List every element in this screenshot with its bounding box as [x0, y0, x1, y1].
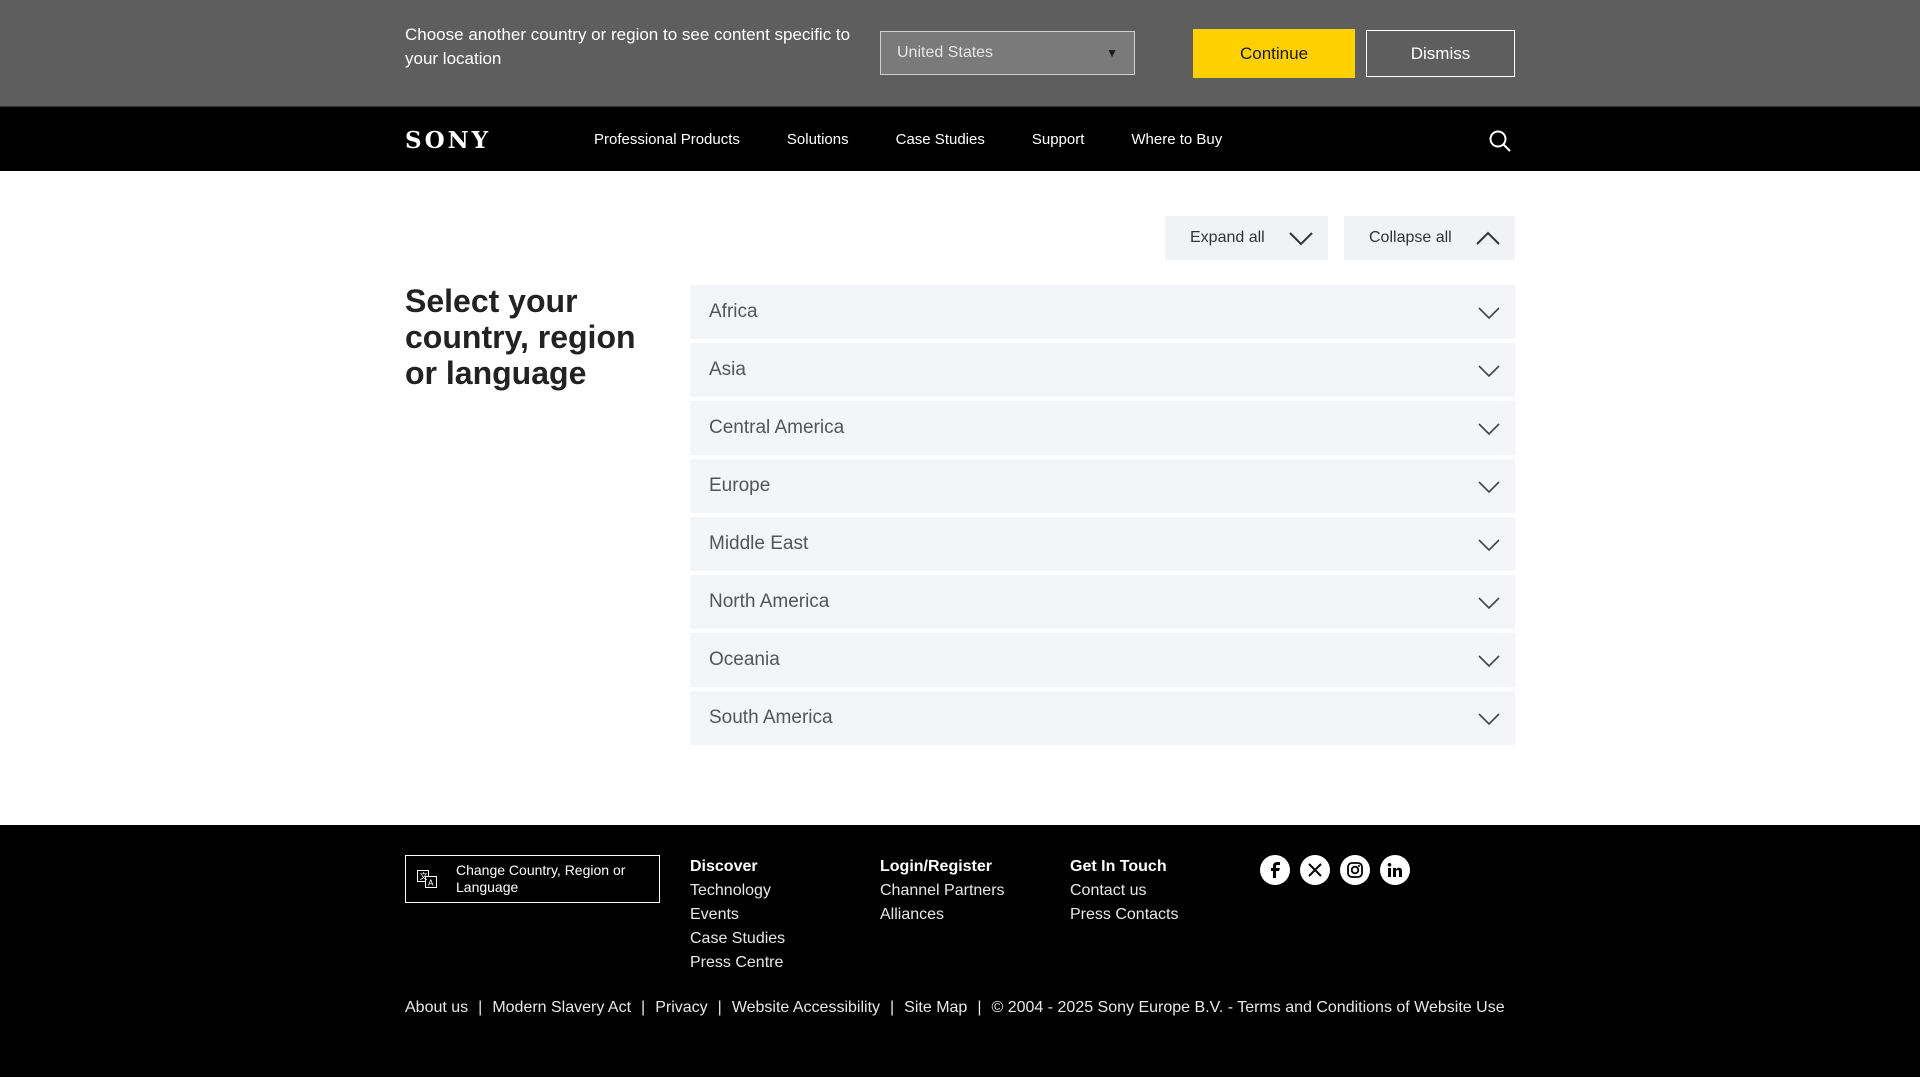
legal-links: About us | Modern Slavery Act | Privacy | Webs…	[405, 999, 1505, 1016]
legal-link-about-us[interactable]: About us	[405, 999, 468, 1016]
footer-heading-get-in-touch: Get In Touch	[1070, 858, 1167, 875]
dismiss-button[interactable]: Dismiss	[1366, 30, 1515, 77]
accordion-item-central-america[interactable]: Central America	[690, 401, 1515, 455]
footer-heading-discover: Discover	[690, 858, 758, 875]
country-select[interactable]: United States ▼	[880, 31, 1135, 75]
chevron-down-icon: ▼	[1106, 46, 1118, 60]
chevron-down-icon	[1478, 307, 1500, 320]
accordion-label: Europe	[709, 475, 771, 496]
page-title: Select your country, region or language	[405, 283, 636, 391]
social-links	[1260, 855, 1420, 885]
chevron-up-icon	[1476, 231, 1500, 245]
accordion-item-africa[interactable]: Africa	[690, 285, 1515, 339]
expand-all-label: Expand all	[1190, 229, 1265, 246]
nav-items: Professional Products Solutions Case Stu…	[594, 107, 1269, 172]
banner-message: Choose another country or region to see …	[405, 25, 851, 68]
legal-link-modern-slavery-act[interactable]: Modern Slavery Act	[492, 999, 631, 1016]
collapse-all-button[interactable]: Collapse all	[1344, 216, 1515, 260]
accordion-item-middle-east[interactable]: Middle East	[690, 517, 1515, 571]
change-country-label: Change Country, Region or Language	[456, 862, 626, 895]
chevron-down-icon	[1289, 232, 1313, 246]
sony-logo[interactable]: SONY	[405, 127, 491, 154]
country-banner: Choose another country or region to see …	[0, 0, 1920, 106]
change-country-button[interactable]: 文 A Change Country, Region or Language	[405, 855, 660, 903]
footer-link-alliances[interactable]: Alliances	[880, 903, 1005, 927]
footer-link-channel-partners[interactable]: Channel Partners	[880, 879, 1005, 903]
accordion-label: Oceania	[709, 649, 780, 670]
chevron-down-icon	[1478, 365, 1500, 378]
footer-link-press-contacts[interactable]: Press Contacts	[1070, 903, 1178, 927]
footer: 文 A Change Country, Region or Language D…	[0, 825, 1920, 1077]
expand-all-button[interactable]: Expand all	[1165, 216, 1328, 260]
region-accordion: Africa Asia Central America Europe Middl…	[690, 285, 1515, 749]
nav-item-solutions[interactable]: Solutions	[787, 131, 849, 148]
footer-column-login: Login/Register Channel Partners Alliance…	[880, 855, 1005, 927]
accordion-label: Africa	[709, 301, 758, 322]
chevron-down-icon	[1478, 713, 1500, 726]
country-select-value: United States	[897, 44, 994, 61]
svg-text:A: A	[428, 879, 434, 888]
nav-item-support[interactable]: Support	[1032, 131, 1085, 148]
nav-item-case-studies[interactable]: Case Studies	[896, 131, 985, 148]
accordion-item-north-america[interactable]: North America	[690, 575, 1515, 629]
language-icon: 文 A	[417, 870, 437, 888]
accordion-label: North America	[709, 591, 830, 612]
legal-link-site-map[interactable]: Site Map	[904, 999, 967, 1016]
nav-item-professional-products[interactable]: Professional Products	[594, 131, 740, 148]
instagram-icon[interactable]	[1340, 855, 1370, 885]
search-icon[interactable]	[1488, 129, 1512, 153]
footer-column-discover: Discover Technology Events Case Studies …	[690, 855, 785, 975]
legal-link-website-accessibility[interactable]: Website Accessibility	[732, 999, 880, 1016]
chevron-down-icon	[1478, 597, 1500, 610]
accordion-label: Asia	[709, 359, 746, 380]
copyright-terms-link[interactable]: © 2004 - 2025 Sony Europe B.V. - Terms a…	[991, 999, 1504, 1016]
legal-link-privacy[interactable]: Privacy	[655, 999, 707, 1016]
collapse-all-label: Collapse all	[1369, 229, 1452, 246]
main-nav: SONY Professional Products Solutions Cas…	[0, 106, 1920, 171]
continue-button[interactable]: Continue	[1193, 29, 1355, 78]
footer-link-press-centre[interactable]: Press Centre	[690, 951, 785, 975]
chevron-down-icon	[1478, 539, 1500, 552]
facebook-icon[interactable]	[1260, 855, 1290, 885]
footer-link-events[interactable]: Events	[690, 903, 785, 927]
accordion-label: Middle East	[709, 533, 809, 554]
chevron-down-icon	[1478, 481, 1500, 494]
svg-text:文: 文	[420, 871, 428, 881]
accordion-item-europe[interactable]: Europe	[690, 459, 1515, 513]
chevron-down-icon	[1478, 655, 1500, 668]
footer-link-technology[interactable]: Technology	[690, 879, 785, 903]
nav-item-where-to-buy[interactable]: Where to Buy	[1131, 131, 1222, 148]
x-icon[interactable]	[1300, 855, 1330, 885]
accordion-label: South America	[709, 707, 833, 728]
accordion-item-south-america[interactable]: South America	[690, 691, 1515, 745]
linkedin-icon[interactable]	[1380, 855, 1410, 885]
footer-link-contact-us[interactable]: Contact us	[1070, 879, 1178, 903]
footer-column-get-in-touch: Get In Touch Contact us Press Contacts	[1070, 855, 1178, 927]
accordion-label: Central America	[709, 417, 845, 438]
footer-heading-login-register[interactable]: Login/Register	[880, 855, 1005, 879]
footer-link-case-studies[interactable]: Case Studies	[690, 927, 785, 951]
chevron-down-icon	[1478, 423, 1500, 436]
accordion-item-oceania[interactable]: Oceania	[690, 633, 1515, 687]
accordion-item-asia[interactable]: Asia	[690, 343, 1515, 397]
